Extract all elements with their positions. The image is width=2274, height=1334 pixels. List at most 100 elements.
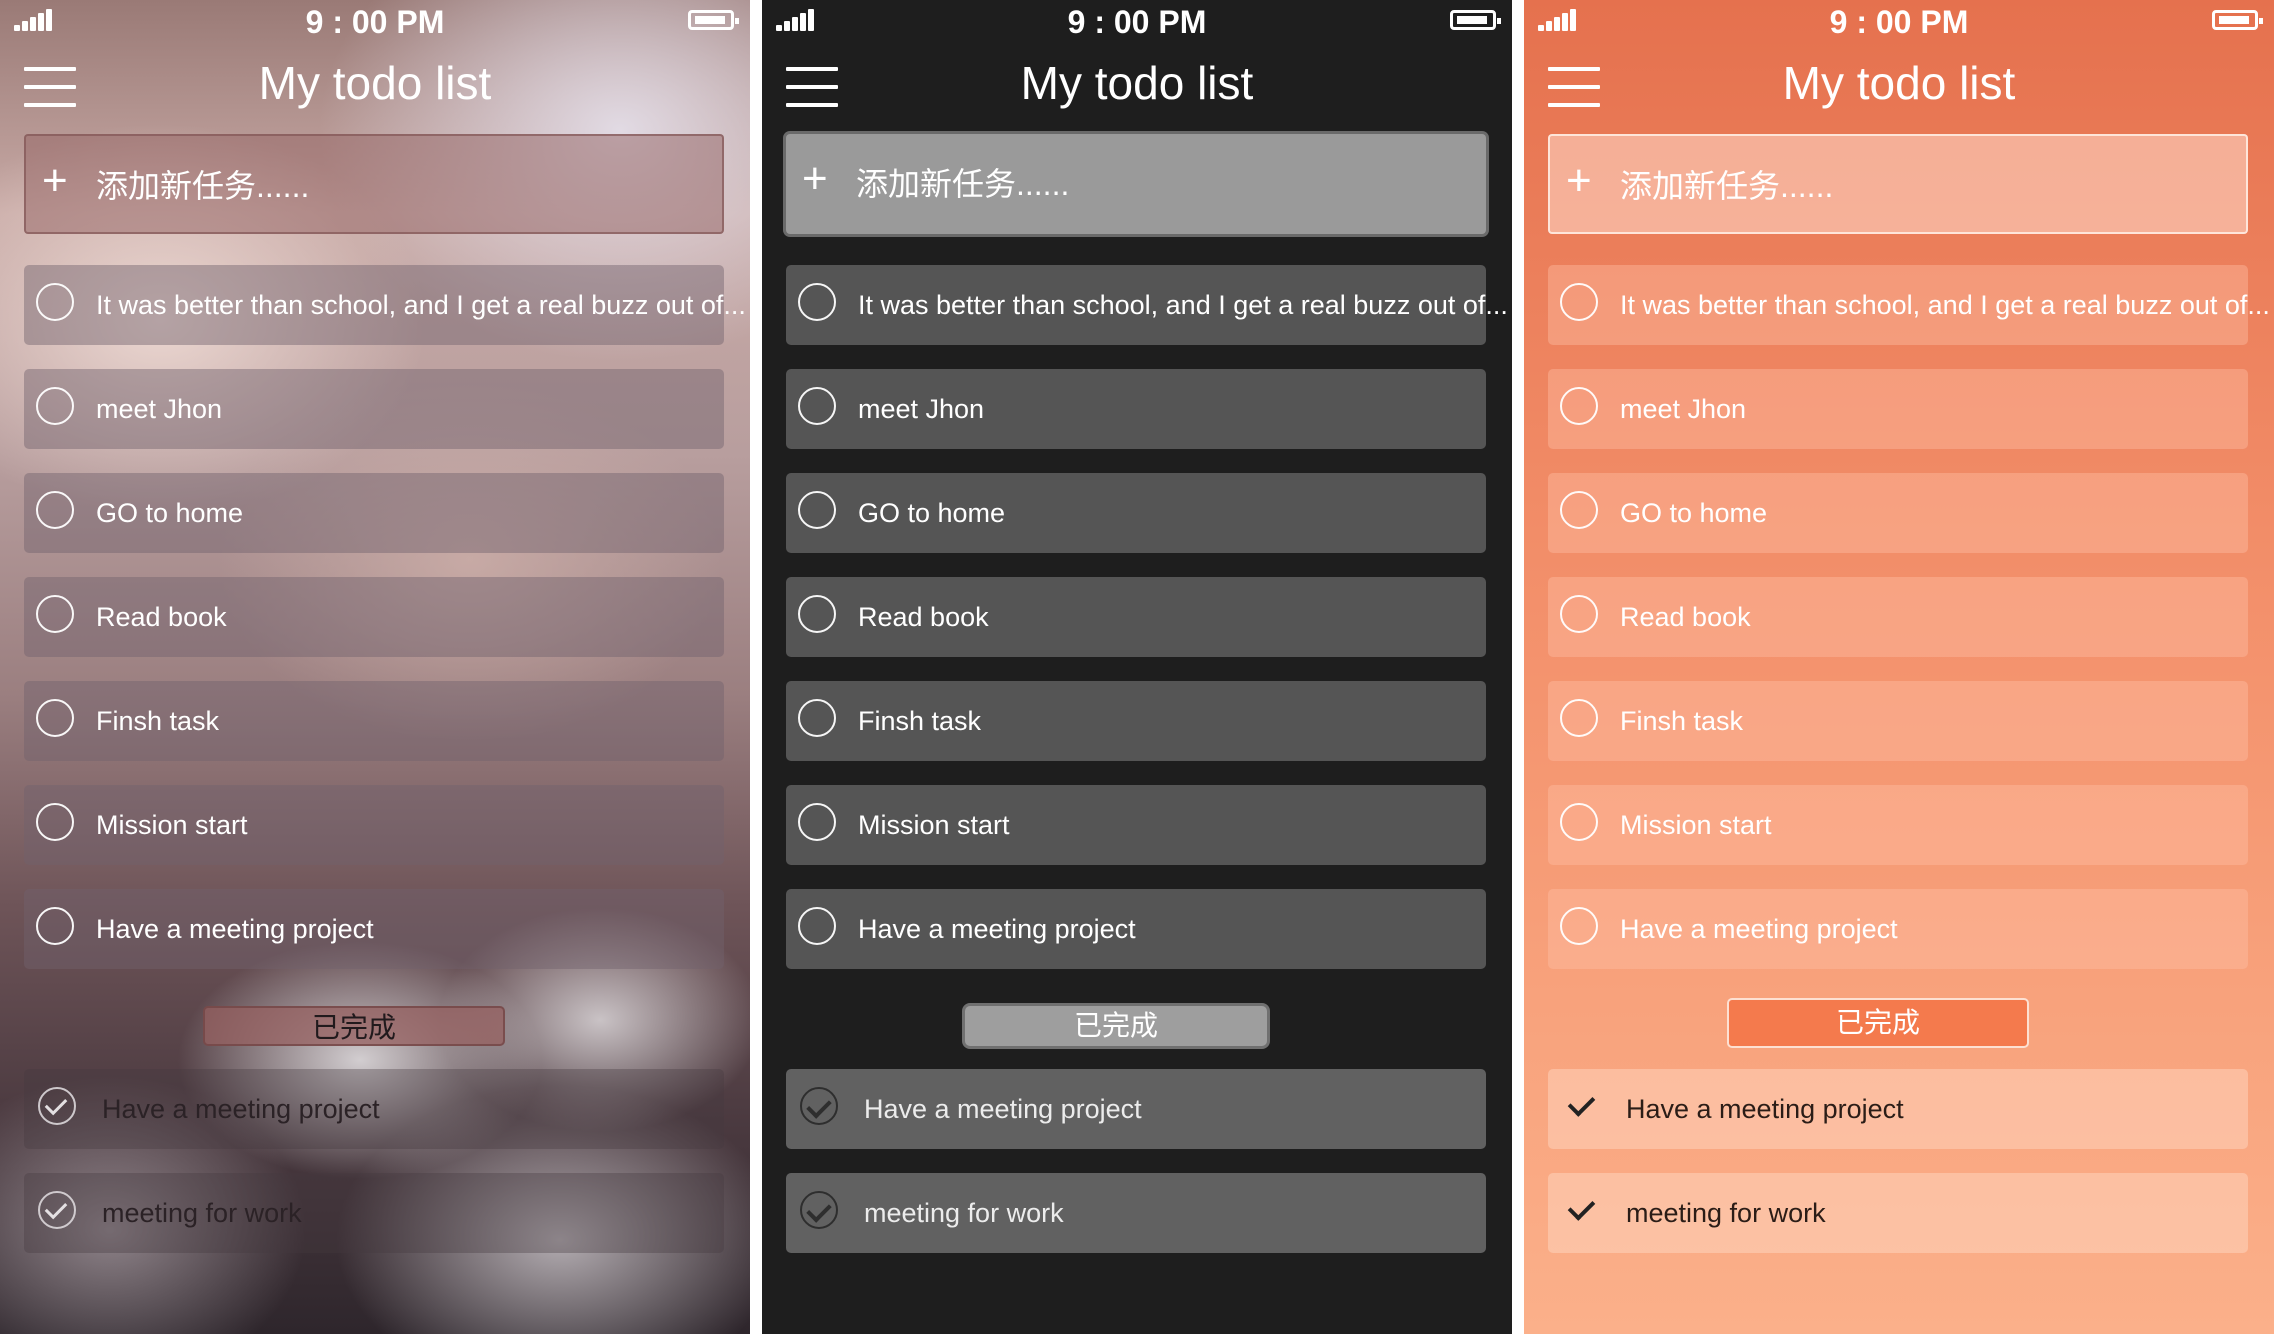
plus-icon: + [802,154,828,203]
status-time: 9 : 00 PM [1829,4,1969,40]
checkbox-circle-icon[interactable] [798,803,836,841]
completed-item[interactable]: Have a meeting project [1548,1069,2248,1149]
add-task-input[interactable]: + 添加新任务...... [24,134,724,234]
screen-separator [750,0,762,1334]
checkbox-circle-icon[interactable] [36,699,74,737]
checkmark-icon[interactable] [800,1087,838,1125]
task-item[interactable]: It was better than school, and I get a r… [1548,265,2270,345]
completed-item[interactable]: Have a meeting project [786,1069,1486,1149]
battery-icon [1450,10,1501,30]
completed-label: meeting for work [102,1198,302,1228]
task-item[interactable]: GO to home [1548,473,2248,553]
completed-label: Have a meeting project [102,1094,380,1124]
checkmark-icon[interactable] [1562,1191,1600,1229]
completed-label: Have a meeting project [864,1094,1142,1124]
task-item[interactable]: GO to home [24,473,724,553]
completed-section-label[interactable]: 已完成 [203,1006,505,1046]
status-time: 9 : 00 PM [305,4,445,40]
task-label: Read book [1620,602,1751,632]
battery-icon [688,10,739,30]
checkbox-circle-icon[interactable] [1560,595,1598,633]
phone-screen-coral-theme: 9 : 00 PM My todo list + 添加新任务...... It … [1524,0,2274,1334]
status-bar: 9 : 00 PM [762,0,1512,44]
task-label: Read book [858,602,989,632]
add-task-placeholder: 添加新任务...... [1620,168,1834,204]
screen-separator [1512,0,1524,1334]
task-item[interactable]: It was better than school, and I get a r… [24,265,746,345]
task-item[interactable]: Have a meeting project [786,889,1486,969]
task-item[interactable]: Read book [1548,577,2248,657]
checkbox-circle-icon[interactable] [1560,803,1598,841]
task-item[interactable]: Mission start [1548,785,2248,865]
task-label: GO to home [96,498,244,528]
checkbox-circle-icon[interactable] [798,907,836,945]
checkbox-circle-icon[interactable] [1560,907,1598,945]
checkbox-circle-icon[interactable] [36,387,74,425]
task-label: meet Jhon [1620,394,1747,424]
page-title: My todo list [1020,57,1254,109]
completed-item[interactable]: meeting for work [786,1173,1486,1253]
task-item[interactable]: Read book [786,577,1486,657]
checkbox-circle-icon[interactable] [36,595,74,633]
checkbox-circle-icon[interactable] [36,491,74,529]
task-label: Have a meeting project [1620,914,1898,944]
completed-item[interactable]: meeting for work [1548,1173,2248,1253]
checkbox-circle-icon[interactable] [36,283,74,321]
completed-label: meeting for work [864,1198,1064,1228]
checkmark-icon[interactable] [1562,1087,1600,1125]
checkmark-icon[interactable] [38,1087,76,1125]
task-label: Finsh task [1620,706,1744,736]
task-item[interactable]: meet Jhon [24,369,724,449]
completed-label: meeting for work [1626,1198,1826,1228]
completed-item[interactable]: Have a meeting project [24,1069,724,1149]
task-item[interactable]: GO to home [786,473,1486,553]
checkbox-circle-icon[interactable] [36,907,74,945]
checkbox-circle-icon[interactable] [1560,699,1598,737]
add-task-input[interactable]: + 添加新任务...... [1548,134,2248,234]
completed-item[interactable]: meeting for work [24,1173,724,1253]
completed-section-label[interactable]: 已完成 [965,1006,1267,1046]
add-task-placeholder: 添加新任务...... [96,168,310,204]
plus-icon: + [42,156,68,205]
task-label: Read book [96,602,227,632]
task-item[interactable]: Finsh task [1548,681,2248,761]
plus-icon: + [1566,156,1592,205]
task-item[interactable]: meet Jhon [1548,369,2248,449]
task-label: GO to home [858,498,1006,528]
checkbox-circle-icon[interactable] [798,595,836,633]
page-title: My todo list [258,57,492,109]
checkbox-circle-icon[interactable] [1560,283,1598,321]
checkbox-circle-icon[interactable] [798,387,836,425]
task-label: It was better than school, and I get a r… [858,290,1508,320]
task-item[interactable]: It was better than school, and I get a r… [786,265,1508,345]
checkbox-circle-icon[interactable] [798,699,836,737]
add-task-input[interactable]: + 添加新任务...... [786,134,1486,234]
checkbox-circle-icon[interactable] [1560,387,1598,425]
task-item[interactable]: Finsh task [786,681,1486,761]
checkbox-circle-icon[interactable] [798,491,836,529]
task-item[interactable]: Have a meeting project [1548,889,2248,969]
task-label: It was better than school, and I get a r… [1620,290,2270,320]
task-label: Mission start [96,810,248,840]
task-item[interactable]: Finsh task [24,681,724,761]
checkbox-circle-icon[interactable] [798,283,836,321]
task-item[interactable]: Mission start [786,785,1486,865]
task-label: Finsh task [96,706,220,736]
page-title: My todo list [1782,57,2016,109]
checkbox-circle-icon[interactable] [1560,491,1598,529]
task-label: It was better than school, and I get a r… [96,290,746,320]
checkmark-icon[interactable] [800,1191,838,1229]
checkmark-icon[interactable] [38,1191,76,1229]
completed-section-label[interactable]: 已完成 [1727,998,2029,1048]
task-item[interactable]: Read book [24,577,724,657]
add-task-placeholder: 添加新任务...... [856,166,1070,202]
task-label: meet Jhon [96,394,223,424]
task-item[interactable]: Mission start [24,785,724,865]
status-time: 9 : 00 PM [1067,4,1207,40]
task-item[interactable]: meet Jhon [786,369,1486,449]
task-label: Have a meeting project [96,914,374,944]
status-bar: 9 : 00 PM [0,0,750,44]
task-item[interactable]: Have a meeting project [24,889,724,969]
status-bar: 9 : 00 PM [1524,0,2274,44]
checkbox-circle-icon[interactable] [36,803,74,841]
